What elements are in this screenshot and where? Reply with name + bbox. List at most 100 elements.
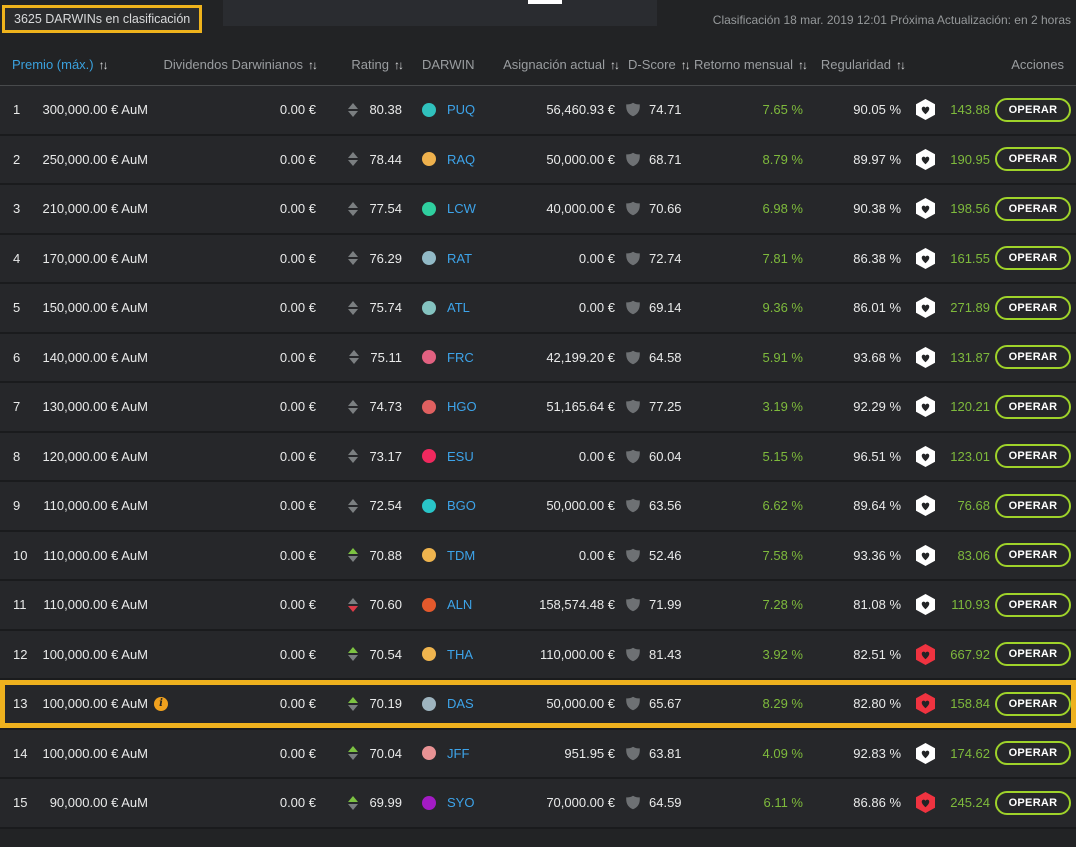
score-cell: 161.55 xyxy=(950,250,990,266)
dividends-cell: 0.00 € xyxy=(279,399,316,415)
risk-badge-cell[interactable] xyxy=(901,495,950,517)
risk-badge-cell[interactable] xyxy=(901,693,950,715)
dividends-cell: 0.00 € xyxy=(279,448,316,464)
table-row[interactable]: 13 100,000.00 € AuM i 0.00 € 70.19 DAS 5… xyxy=(0,680,1076,730)
risk-badge-cell[interactable] xyxy=(901,742,950,764)
darwin-name-link[interactable]: ATL xyxy=(447,300,470,315)
darwin-name-link[interactable]: BGO xyxy=(447,498,476,513)
table-row[interactable]: 10 110,000.00 € AuM i 0.00 € 70.88 TDM 0… xyxy=(0,531,1076,581)
rating-cell: 72.54 xyxy=(316,498,402,513)
rank-cell: 1 xyxy=(13,102,21,118)
header-allocation[interactable]: Asignación actual ↑↓ xyxy=(480,57,620,72)
darwin-name-link[interactable]: RAQ xyxy=(447,152,475,167)
operar-button[interactable]: OPERAR xyxy=(994,147,1072,172)
rating-cell: 70.54 xyxy=(316,647,402,662)
operar-button[interactable]: OPERAR xyxy=(994,691,1072,716)
regularity-cell: 92.83 % xyxy=(853,745,901,761)
rating-cell: 73.17 xyxy=(316,449,402,464)
operar-button[interactable]: OPERAR xyxy=(994,97,1072,122)
dscore-shield-icon xyxy=(626,647,640,662)
table-row[interactable]: 2 250,000.00 € AuM i 0.00 € 78.44 RAQ 50… xyxy=(0,135,1076,185)
sort-icon: ↑↓ xyxy=(610,58,620,72)
table-row[interactable]: 15 90,000.00 € AuM i 0.00 € 69.99 SYO 70… xyxy=(0,779,1076,829)
operar-button[interactable]: OPERAR xyxy=(994,345,1072,370)
header-dscore[interactable]: D-Score ↑↓ xyxy=(618,57,691,72)
header-dividends[interactable]: Dividendos Darwinianos ↑↓ xyxy=(148,57,318,72)
operar-button[interactable]: OPERAR xyxy=(994,741,1072,766)
risk-badge-cell[interactable] xyxy=(901,148,950,170)
darwin-name-link[interactable]: DAS xyxy=(447,696,474,711)
operar-button[interactable]: OPERAR xyxy=(994,493,1072,518)
operar-button[interactable]: OPERAR xyxy=(994,790,1072,815)
darwin-name-link[interactable]: PUQ xyxy=(447,102,475,117)
score-cell: 245.24 xyxy=(950,795,990,811)
darwin-name-link[interactable]: ESU xyxy=(447,449,474,464)
rank-cell: 3 xyxy=(13,201,21,217)
risk-badge-cell[interactable] xyxy=(901,792,950,814)
darwin-cell: FRC xyxy=(402,350,522,365)
darwin-name-link[interactable]: FRC xyxy=(447,350,474,365)
sort-icon: ↑↓ xyxy=(798,58,808,72)
table-row[interactable]: 8 120,000.00 € AuM i 0.00 € 73.17 ESU 0.… xyxy=(0,432,1076,482)
risk-badge-cell[interactable] xyxy=(901,346,950,368)
action-cell: OPERAR xyxy=(990,592,1076,617)
risk-badge-cell[interactable] xyxy=(901,198,950,220)
rank-cell: 6 xyxy=(13,349,21,365)
table-row[interactable]: 5 150,000.00 € AuM i 0.00 € 75.74 ATL 0.… xyxy=(0,284,1076,334)
operar-button[interactable]: OPERAR xyxy=(994,444,1072,469)
risk-badge-cell[interactable] xyxy=(901,445,950,467)
risk-badge-cell[interactable] xyxy=(901,544,950,566)
allocation-cell: 0.00 € xyxy=(578,250,615,266)
risk-badge-cell[interactable] xyxy=(901,247,950,269)
operar-button[interactable]: OPERAR xyxy=(994,295,1072,320)
operar-button[interactable]: OPERAR xyxy=(994,642,1072,667)
darwin-name-link[interactable]: LCW xyxy=(447,201,476,216)
darwin-name-link[interactable]: RAT xyxy=(447,251,472,266)
table-row[interactable]: 3 210,000.00 € AuM i 0.00 € 77.54 LCW 40… xyxy=(0,185,1076,235)
darwin-name-link[interactable]: SYO xyxy=(447,795,474,810)
monthly-return-cell: 8.29 % xyxy=(762,696,803,712)
operar-button[interactable]: OPERAR xyxy=(994,196,1072,221)
darwin-name-link[interactable]: TDM xyxy=(447,548,475,563)
table-row[interactable]: 4 170,000.00 € AuM i 0.00 € 76.29 RAT 0.… xyxy=(0,234,1076,284)
risk-badge-cell[interactable] xyxy=(901,594,950,616)
table-row[interactable]: 9 110,000.00 € AuM i 0.00 € 72.54 BGO 50… xyxy=(0,482,1076,532)
dscore-shield-icon xyxy=(626,400,640,414)
darwin-name-link[interactable]: THA xyxy=(447,647,473,662)
risk-badge-cell[interactable] xyxy=(901,396,950,418)
table-row[interactable]: 11 110,000.00 € AuM i 0.00 € 70.60 ALN 1… xyxy=(0,581,1076,631)
darwin-name-link[interactable]: ALN xyxy=(447,597,472,612)
regularity-cell: 90.38 % xyxy=(853,201,901,217)
action-cell: OPERAR xyxy=(990,790,1076,815)
header-regularity[interactable]: Regularidad ↑↓ xyxy=(806,57,906,72)
operar-button[interactable]: OPERAR xyxy=(994,246,1072,271)
action-cell: OPERAR xyxy=(990,97,1076,122)
prize-cell: 110,000.00 € AuM i xyxy=(43,498,148,514)
regularity-cell: 93.36 % xyxy=(853,547,901,563)
prize-cell: 100,000.00 € AuM i xyxy=(42,646,148,662)
allocation-cell: 56,460.93 € xyxy=(546,102,615,118)
risk-badge-cell[interactable] xyxy=(901,99,950,121)
table-row[interactable]: 6 140,000.00 € AuM i 0.00 € 75.11 FRC 42… xyxy=(0,333,1076,383)
heart-hexagon-icon xyxy=(916,396,935,418)
dividends-cell: 0.00 € xyxy=(279,102,316,118)
table-row[interactable]: 12 100,000.00 € AuM i 0.00 € 70.54 THA 1… xyxy=(0,630,1076,680)
heart-hexagon-icon xyxy=(916,742,935,764)
darwin-name-link[interactable]: HGO xyxy=(447,399,477,414)
risk-badge-cell[interactable] xyxy=(901,297,950,319)
operar-button[interactable]: OPERAR xyxy=(994,592,1072,617)
table-row[interactable]: 14 100,000.00 € AuM i 0.00 € 70.04 JFF 9… xyxy=(0,729,1076,779)
header-rating[interactable]: Rating ↑↓ xyxy=(316,57,404,72)
table-row[interactable]: 1 300,000.00 € AuM i 0.00 € 80.38 PUQ 56… xyxy=(0,86,1076,136)
header-monthly-return[interactable]: Retorno mensual ↑↓ xyxy=(688,57,808,72)
risk-badge-cell[interactable] xyxy=(901,643,950,665)
action-cell: OPERAR xyxy=(990,543,1076,568)
table-row[interactable]: 7 130,000.00 € AuM i 0.00 € 74.73 HGO 51… xyxy=(0,383,1076,433)
dividends-cell: 0.00 € xyxy=(279,300,316,316)
header-prize[interactable]: Premio (máx.) ↑↓ xyxy=(0,57,148,72)
allocation-cell: 0.00 € xyxy=(578,547,615,563)
operar-button[interactable]: OPERAR xyxy=(994,394,1072,419)
operar-button[interactable]: OPERAR xyxy=(994,543,1072,568)
darwin-name-link[interactable]: JFF xyxy=(447,746,469,761)
top-tab-bar xyxy=(223,0,657,26)
